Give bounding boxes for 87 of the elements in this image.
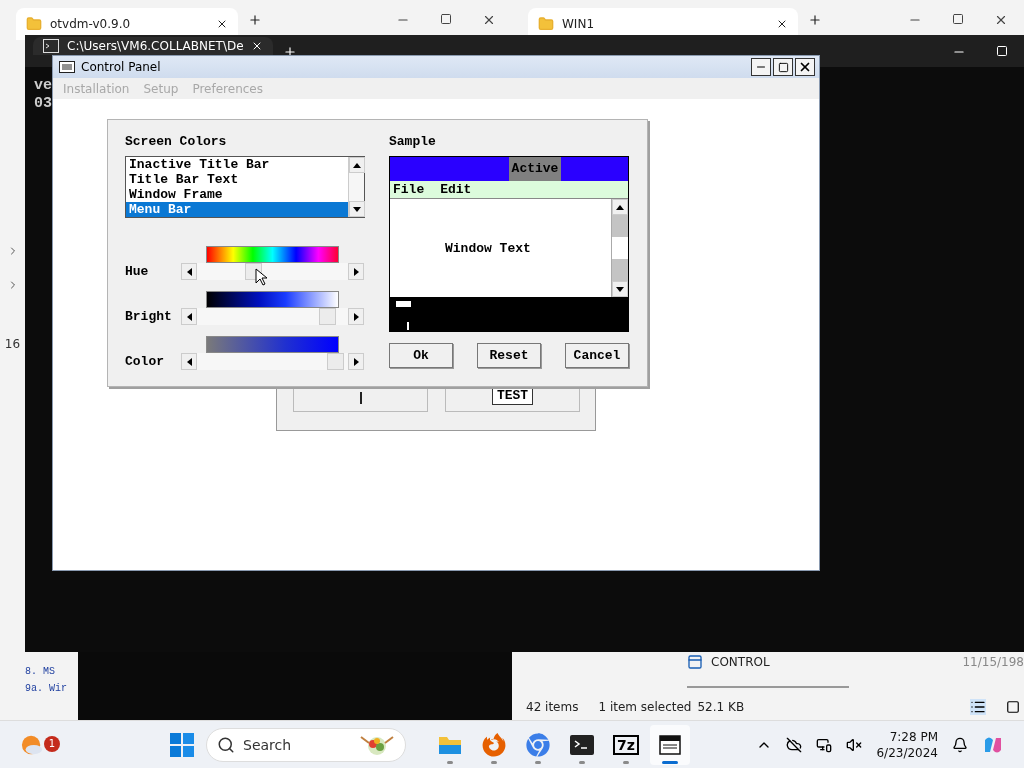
dialog-button[interactable]: Ok — [389, 343, 453, 368]
window-icon — [59, 61, 75, 73]
app-icon — [687, 654, 703, 670]
taskbar-app-button[interactable]: 7z — [606, 724, 646, 765]
scroll-right-button[interactable] — [348, 353, 364, 370]
close-icon[interactable] — [482, 13, 496, 27]
file-name[interactable]: CONTROL — [711, 655, 770, 669]
dialog-button[interactable]: Reset — [477, 343, 541, 368]
slider-label: Bright — [125, 308, 173, 325]
close-icon[interactable] — [251, 40, 263, 52]
sample-title: Active — [508, 157, 562, 181]
taskbar-app-button[interactable] — [650, 724, 690, 765]
count-text: 16 — [4, 337, 21, 351]
scroll-down-button[interactable] — [349, 201, 365, 217]
tab-title[interactable]: WIN1 — [562, 17, 594, 31]
left-arrow-icon — [186, 267, 192, 276]
color-list[interactable]: Inactive Title Bar Title Bar Text Window Frame Menu Bar — [125, 156, 365, 218]
scroll-left-button[interactable] — [181, 353, 197, 370]
list-item[interactable]: Menu Bar — [126, 202, 348, 217]
chrome-icon — [526, 732, 550, 757]
slider-thumb[interactable] — [326, 353, 344, 370]
search-icon — [217, 735, 235, 754]
window-title: Control Panel — [81, 60, 161, 74]
close-button[interactable] — [795, 58, 815, 76]
scroll-left-button[interactable] — [181, 308, 197, 325]
right-arrow-icon — [353, 267, 359, 276]
scroll-right-button[interactable] — [348, 308, 364, 325]
tab-title[interactable]: otvdm-v0.9.0 — [50, 17, 131, 31]
down-arrow-icon — [353, 206, 361, 212]
list-line: 9a. Wir — [25, 683, 68, 694]
close-icon[interactable] — [776, 18, 788, 30]
section-label: Screen Colors — [125, 133, 228, 151]
folder-icon — [438, 734, 462, 755]
left-arrow-icon — [186, 312, 192, 321]
slider-label: Hue — [125, 263, 150, 280]
maximize-button[interactable] — [773, 58, 793, 76]
list-line: 8. MS — [25, 666, 56, 677]
list-item[interactable]: Window Frame — [126, 187, 348, 202]
down-arrow-icon — [616, 286, 624, 292]
speaker-muted-icon[interactable] — [846, 736, 863, 753]
slider-thumb[interactable] — [318, 308, 336, 325]
item-count: 42 items — [526, 700, 579, 714]
cloud-off-icon[interactable] — [786, 736, 803, 753]
right-arrow-icon — [353, 312, 359, 321]
list-item[interactable]: Inactive Title Bar — [126, 157, 348, 172]
close-icon[interactable] — [994, 13, 1008, 27]
up-arrow-icon — [353, 162, 361, 168]
notification-badge: 1 — [44, 735, 60, 752]
scroll-up-button[interactable] — [349, 157, 365, 173]
search-field[interactable]: Search — [206, 727, 406, 762]
maximize-icon — [777, 61, 789, 73]
up-arrow-icon — [616, 204, 624, 210]
scroll-right-button[interactable] — [348, 263, 364, 280]
sample-text: Window Text — [445, 240, 531, 256]
network-icon[interactable] — [816, 736, 833, 753]
minimize-button[interactable] — [751, 58, 771, 76]
details-view-icon[interactable] — [970, 699, 986, 715]
scroll-left-button[interactable] — [181, 263, 197, 280]
maximize-icon[interactable] — [952, 13, 964, 25]
sample-bar — [396, 301, 411, 307]
tiles-view-icon[interactable] — [1006, 700, 1020, 714]
terminal-icon — [43, 39, 59, 53]
mouse-pointer-icon — [255, 268, 267, 286]
dialog-button[interactable]: Cancel — [565, 343, 629, 368]
window-icon — [659, 734, 681, 755]
maximize-icon[interactable] — [440, 13, 452, 25]
folder-icon — [538, 16, 554, 32]
selection-text: 1 item selected — [598, 700, 692, 714]
close-icon — [798, 60, 812, 74]
left-arrow-icon — [186, 357, 192, 366]
close-icon[interactable] — [216, 18, 228, 30]
right-arrow-icon — [353, 357, 359, 366]
start-icon[interactable] — [170, 732, 194, 757]
slider-label: Color — [125, 353, 165, 370]
file-date: 11/15/198 — [962, 655, 1024, 669]
clock[interactable]: 7:28 PM 6/23/2024 — [876, 728, 938, 761]
folder-icon — [26, 16, 42, 32]
terminal-icon — [570, 734, 594, 755]
list-item[interactable]: Title Bar Text — [126, 172, 348, 187]
terminal-line: ve — [34, 77, 52, 95]
firefox-icon — [482, 732, 506, 757]
terminal-line: 03 — [34, 95, 52, 113]
section-label: Sample — [389, 133, 437, 151]
archiver-icon: 7z — [613, 734, 639, 755]
bell-icon[interactable] — [952, 736, 968, 753]
size-text: 52.1 KB — [697, 700, 745, 714]
sample-caret — [407, 322, 409, 330]
